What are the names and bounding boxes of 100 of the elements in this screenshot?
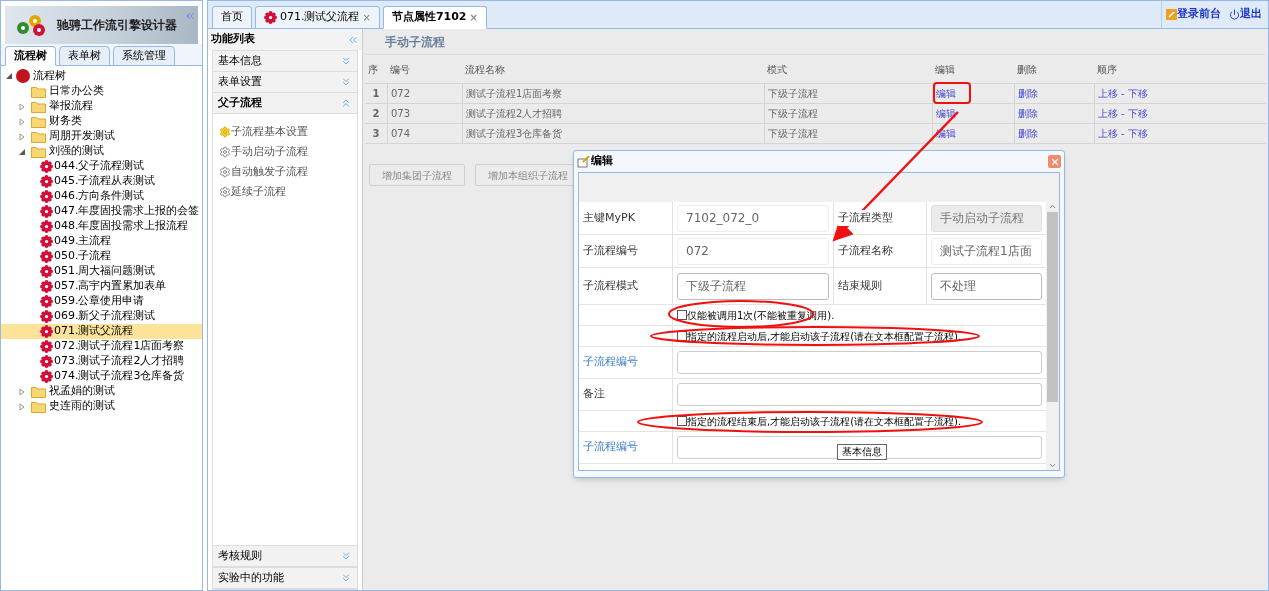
- tree-item[interactable]: 045.子流程从表测试: [1, 174, 202, 189]
- tree-item[interactable]: 流程树: [33, 67, 66, 85]
- move-up-link[interactable]: 上移: [1098, 126, 1118, 141]
- collapsed-arrow-icon[interactable]: [18, 132, 26, 141]
- header-link[interactable]: 退出: [1229, 6, 1262, 23]
- accordion-header[interactable]: 考核规则: [213, 546, 357, 567]
- column-header: 顺序: [1096, 62, 1118, 77]
- scroll-up-icon[interactable]: [1048, 202, 1057, 211]
- delete-link[interactable]: 删除: [1018, 126, 1038, 141]
- tree-item[interactable]: 祝孟娟的测试: [49, 383, 115, 400]
- menu-item[interactable]: 自动触发子流程: [219, 164, 357, 180]
- form-label: 备注: [579, 379, 673, 410]
- input-field[interactable]: 下级子流程: [677, 272, 829, 300]
- input-field[interactable]: [677, 351, 1042, 374]
- input-field[interactable]: [677, 383, 1042, 406]
- move-up-link[interactable]: 上移: [1098, 86, 1118, 101]
- dialog-title: 编辑: [591, 153, 613, 170]
- form-label: 子流程类型: [838, 209, 893, 227]
- tree-item[interactable]: 069.新父子流程测试: [1, 309, 202, 324]
- menu-item[interactable]: 子流程基本设置: [219, 124, 357, 140]
- folder-icon: [31, 115, 46, 128]
- collapsed-arrow-icon[interactable]: [18, 117, 26, 126]
- tree-item[interactable]: 周朋开发测试: [49, 128, 115, 145]
- tree-item[interactable]: 047.年度固投需求上报的会签: [1, 204, 202, 219]
- tree-item[interactable]: 046.方向条件测试: [1, 189, 202, 204]
- gear-icon: [40, 280, 53, 293]
- table-cell-text: 2: [371, 107, 381, 121]
- close-button[interactable]: [1048, 155, 1061, 168]
- folder-icon: [31, 400, 46, 413]
- close-icon[interactable]: ×: [469, 10, 478, 25]
- delete-link[interactable]: 删除: [1018, 86, 1038, 101]
- form-label: 子流程编号: [579, 432, 673, 463]
- input-field[interactable]: 7102_072_0: [677, 204, 829, 232]
- accordion-header[interactable]: 基本信息: [213, 51, 357, 72]
- table-cell: 下级子流程: [764, 104, 932, 123]
- checkbox-option[interactable]: 指定的流程结束后,才能启动该子流程(请在文本框配置子流程).: [673, 413, 962, 429]
- tree-item[interactable]: 刘强的测试: [49, 143, 104, 160]
- tab[interactable]: 071.测试父流程 ×: [255, 6, 380, 29]
- collapsed-arrow-icon[interactable]: [18, 102, 26, 111]
- tab[interactable]: 首页: [212, 6, 252, 29]
- tree-item[interactable]: 074.测试子流程3仓库备货: [1, 369, 202, 384]
- highlight-rectangle: [933, 82, 971, 104]
- move-down-link[interactable]: 下移: [1127, 106, 1148, 121]
- move-up-link[interactable]: 上移: [1098, 106, 1118, 121]
- input-field[interactable]: 手动启动子流程: [931, 204, 1042, 232]
- gear-icon: [40, 235, 53, 248]
- tree-item[interactable]: 051.周大福问题测试: [1, 264, 202, 279]
- tree-item[interactable]: 049.主流程: [1, 234, 202, 249]
- menu-item[interactable]: 手动启动子流程: [219, 144, 357, 160]
- accordion-header[interactable]: 表单设置: [213, 72, 357, 93]
- collapsed-arrow-icon[interactable]: [18, 402, 26, 411]
- tree-item[interactable]: 日常办公类: [49, 83, 104, 100]
- expanded-arrow-icon[interactable]: [18, 147, 26, 156]
- tree-item[interactable]: 059.公章使用申请: [1, 294, 202, 309]
- menu-item[interactable]: 延续子流程: [219, 184, 357, 200]
- scroll-down-icon[interactable]: [1048, 461, 1057, 470]
- input-field[interactable]: 不处理: [931, 272, 1042, 300]
- tree-item[interactable]: 071.测试父流程: [1, 324, 202, 339]
- input-field[interactable]: 072: [677, 237, 829, 265]
- accordion-header[interactable]: 实验中的功能: [213, 568, 357, 589]
- tab[interactable]: 流程树: [5, 46, 56, 66]
- table-cell: 测试子流程2人才招聘: [462, 104, 764, 123]
- table-cell: 072: [387, 84, 462, 103]
- edit-link[interactable]: 编辑: [936, 86, 956, 101]
- gear-icon: [40, 295, 53, 308]
- tab[interactable]: 表单树: [59, 46, 110, 66]
- gear-icon: [40, 220, 53, 233]
- input-field[interactable]: 测试子流程1店面: [931, 237, 1042, 265]
- expanded-arrow-icon[interactable]: [5, 72, 13, 80]
- tab[interactable]: 节点属性7102 ×: [382, 6, 487, 29]
- checkbox[interactable]: [677, 310, 687, 320]
- tree-item[interactable]: 044.父子流程测试: [1, 159, 202, 174]
- tree-item[interactable]: 史连雨的测试: [49, 398, 115, 415]
- collapse-icon[interactable]: [184, 10, 196, 22]
- tab[interactable]: 系统管理: [113, 46, 175, 66]
- root-icon: [15, 69, 31, 83]
- delete-link[interactable]: 删除: [1018, 106, 1038, 121]
- collapsed-arrow-icon[interactable]: [18, 387, 26, 396]
- tree-item[interactable]: 财务类: [49, 113, 82, 130]
- input-field[interactable]: [677, 436, 1042, 459]
- tree-item[interactable]: 048.年度固投需求上报流程: [1, 219, 202, 234]
- collapse-icon: [340, 572, 352, 584]
- tree-item[interactable]: 072.测试子流程1店面考察: [1, 339, 202, 354]
- move-down-link[interactable]: 下移: [1127, 126, 1148, 141]
- gear-icon: [40, 190, 53, 203]
- expand-icon: [340, 97, 352, 109]
- header-link[interactable]: 登录前台: [1166, 6, 1221, 23]
- tree-item[interactable]: 073.测试子流程2人才招聘: [1, 354, 202, 369]
- accordion-header[interactable]: 父子流程: [213, 93, 357, 114]
- folder-icon: [31, 145, 46, 158]
- checkbox[interactable]: [677, 416, 687, 426]
- checkbox[interactable]: [677, 331, 687, 341]
- move-down-link[interactable]: 下移: [1127, 86, 1148, 101]
- tree-item[interactable]: 050.子流程: [1, 249, 202, 264]
- table-cell: 下级子流程: [764, 84, 932, 103]
- tree-item[interactable]: 057.高宇内置累加表单: [1, 279, 202, 294]
- scrollbar[interactable]: [1046, 202, 1059, 470]
- tree-item[interactable]: 举报流程: [49, 98, 93, 115]
- gear-icon: [264, 11, 277, 24]
- collapse-icon: [340, 76, 352, 88]
